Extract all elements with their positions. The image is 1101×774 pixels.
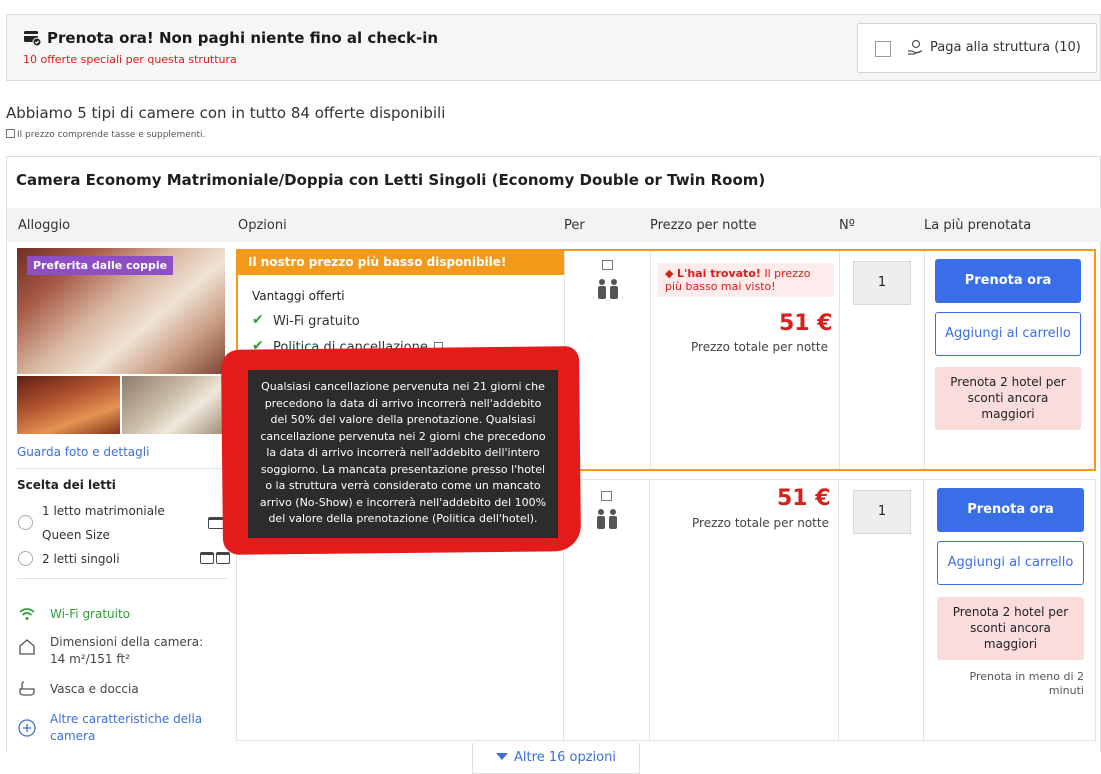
- booked-line: minuti: [1048, 684, 1084, 697]
- tooltip-line: Qualsiasi cancellazione pervenuta nei 21…: [261, 380, 545, 393]
- more-options-label: Altre 16 opzioni: [514, 750, 616, 765]
- double-bed-icon: [208, 517, 224, 529]
- promo-line: maggiori: [981, 407, 1035, 421]
- add-to-cart-button[interactable]: Aggiungi al carrello: [935, 312, 1081, 356]
- offer-price: 51 €: [777, 486, 831, 511]
- price-subtitle: Prezzo totale per notte: [692, 516, 829, 530]
- tooltip-line: precedono la data di arrivo incorrerà ne…: [264, 396, 542, 410]
- two-guests-icon: [598, 279, 618, 299]
- quantity-select[interactable]: 1: [853, 490, 911, 534]
- divider: [838, 480, 839, 741]
- more-room-features-link-line2[interactable]: camera: [50, 728, 95, 745]
- column-header-numero: Nº: [839, 218, 855, 233]
- bed-option-label: 1 letto matrimoniale: [42, 504, 165, 518]
- benefits-title: Vantaggi offerti: [252, 289, 345, 303]
- lowest-price-banner: Il nostro prezzo più basso disponibile!: [238, 251, 565, 275]
- promo-line: Prenota 2 hotel per: [952, 605, 1069, 619]
- booking-banner: Prenota ora! Non paghi niente fino al ch…: [6, 14, 1101, 81]
- multi-hotel-promo: Prenota 2 hotel per sconti ancora maggio…: [937, 597, 1084, 660]
- room-title: Camera Economy Matrimoniale/Doppia con L…: [16, 171, 766, 189]
- cancellation-policy-tooltip: Qualsiasi cancellazione pervenuta nei 21…: [248, 370, 558, 538]
- feature-bathtub: Vasca e doccia: [50, 682, 139, 696]
- room-summary: Abbiamo 5 tipi di camere con in tutto 84…: [6, 104, 446, 122]
- two-guests-icon: [597, 509, 617, 529]
- promo-line: sconti ancora: [967, 391, 1049, 405]
- triangle-down-icon: [496, 753, 509, 760]
- lowest-price-deal-box: ◆ L'hai trovato! Il prezzo più basso mai…: [658, 263, 834, 297]
- photos-details-link[interactable]: Guarda foto e dettagli: [17, 445, 149, 459]
- booking-card-icon: [24, 31, 41, 46]
- deal-title: L'hai trovato!: [676, 267, 761, 280]
- more-room-features-link[interactable]: Altre caratteristiche della: [50, 711, 202, 728]
- deal-text: Il prezzo: [764, 267, 811, 280]
- external-link-icon: [601, 491, 612, 501]
- bed-choice-title: Scelta dei letti: [17, 478, 116, 492]
- column-header-prezzo: Prezzo per notte: [650, 218, 757, 233]
- column-header-piu-prenotata: La più prenotata: [924, 218, 1032, 233]
- booked-line: Prenota in meno di 2: [969, 670, 1084, 683]
- divider: [17, 468, 227, 469]
- pay-at-property-checkbox[interactable]: [875, 41, 891, 57]
- deal-text: più basso mai visto!: [665, 280, 776, 293]
- room-size-icon: [19, 639, 35, 655]
- pay-at-property-filter[interactable]: Paga alla struttura (10): [857, 23, 1097, 73]
- banner-title: Prenota ora! Non paghi niente fino al ch…: [47, 29, 439, 47]
- bed-option-radio[interactable]: [18, 551, 33, 566]
- column-header-alloggio: Alloggio: [18, 218, 71, 233]
- room-photo-thumb[interactable]: [17, 376, 120, 434]
- promo-line: Prenota 2 hotel per: [950, 375, 1066, 389]
- divider: [839, 251, 840, 469]
- feature-room-size-value: 14 m²/151 ft²: [50, 652, 130, 666]
- plus-circle-icon[interactable]: [18, 719, 36, 737]
- couples-favorite-badge: Preferita dalle coppie: [27, 256, 174, 275]
- price-subtitle: Prezzo totale per notte: [691, 340, 828, 354]
- tooltip-line: cancellazione pervenuta nei 2 giorni che…: [260, 429, 546, 443]
- tooltip-line: o la struttura verrà considerato come un…: [265, 479, 541, 492]
- multi-hotel-promo: Prenota 2 hotel per sconti ancora maggio…: [935, 367, 1081, 430]
- tooltip-line: arrivo (No-Show) e incorrerà nell'addebi…: [259, 495, 547, 509]
- room-photo-thumb[interactable]: [122, 376, 225, 434]
- divider: [924, 251, 925, 469]
- bathtub-icon: [19, 681, 35, 696]
- single-bed-icon: [200, 552, 214, 564]
- tooltip-line: soggiorno. La mancata presentazione pres…: [260, 462, 546, 476]
- benefit-wifi: Wi-Fi gratuito: [273, 314, 360, 329]
- price-note: Il prezzo comprende tasse e supplementi.: [6, 129, 205, 140]
- tag-icon: ◆: [665, 267, 677, 280]
- book-now-button[interactable]: Prenota ora: [937, 488, 1084, 532]
- column-header-opzioni: Opzioni: [238, 218, 287, 233]
- promo-line: maggiori: [983, 637, 1038, 651]
- banner-subtitle: 10 offerte speciali per questa struttura: [23, 53, 237, 66]
- pay-at-property-label: Paga alla struttura (10): [930, 40, 1081, 55]
- promo-line: sconti ancora: [970, 621, 1051, 635]
- single-bed-icon: [216, 552, 230, 564]
- bed-option-label: 2 letti singoli: [42, 552, 120, 566]
- hand-money-icon: [908, 39, 923, 55]
- book-now-button[interactable]: Prenota ora: [935, 259, 1081, 303]
- info-icon: [6, 129, 15, 138]
- tooltip-line: la data di arrivo incorrerà nell'addebit…: [266, 446, 540, 459]
- feature-room-size: Dimensioni della camera:: [50, 635, 204, 649]
- tooltip-line: del valore della prenotazione (Politica …: [268, 512, 538, 525]
- offer-price: 51 €: [779, 311, 833, 336]
- booked-recently-note: Prenota in meno di 2 minuti: [914, 670, 1084, 698]
- table-header: Alloggio Opzioni Per Prezzo per notte Nº…: [7, 208, 1101, 242]
- divider: [649, 480, 650, 741]
- external-link-icon: [602, 260, 613, 270]
- bed-option-label-sub: Queen Size: [42, 528, 110, 542]
- divider: [923, 480, 924, 741]
- bed-option-radio[interactable]: [18, 515, 33, 530]
- divider: [650, 251, 651, 469]
- wifi-icon: [19, 608, 35, 620]
- quantity-select[interactable]: 1: [853, 261, 911, 305]
- more-options-button[interactable]: Altre 16 opzioni: [472, 743, 640, 774]
- add-to-cart-button[interactable]: Aggiungi al carrello: [937, 541, 1084, 585]
- divider: [17, 578, 227, 579]
- tooltip-line: del 50% del valore della prenotazione. Q…: [270, 413, 536, 426]
- column-header-per: Per: [564, 218, 585, 233]
- feature-wifi: Wi-Fi gratuito: [50, 607, 131, 621]
- check-icon: ✔: [252, 312, 264, 328]
